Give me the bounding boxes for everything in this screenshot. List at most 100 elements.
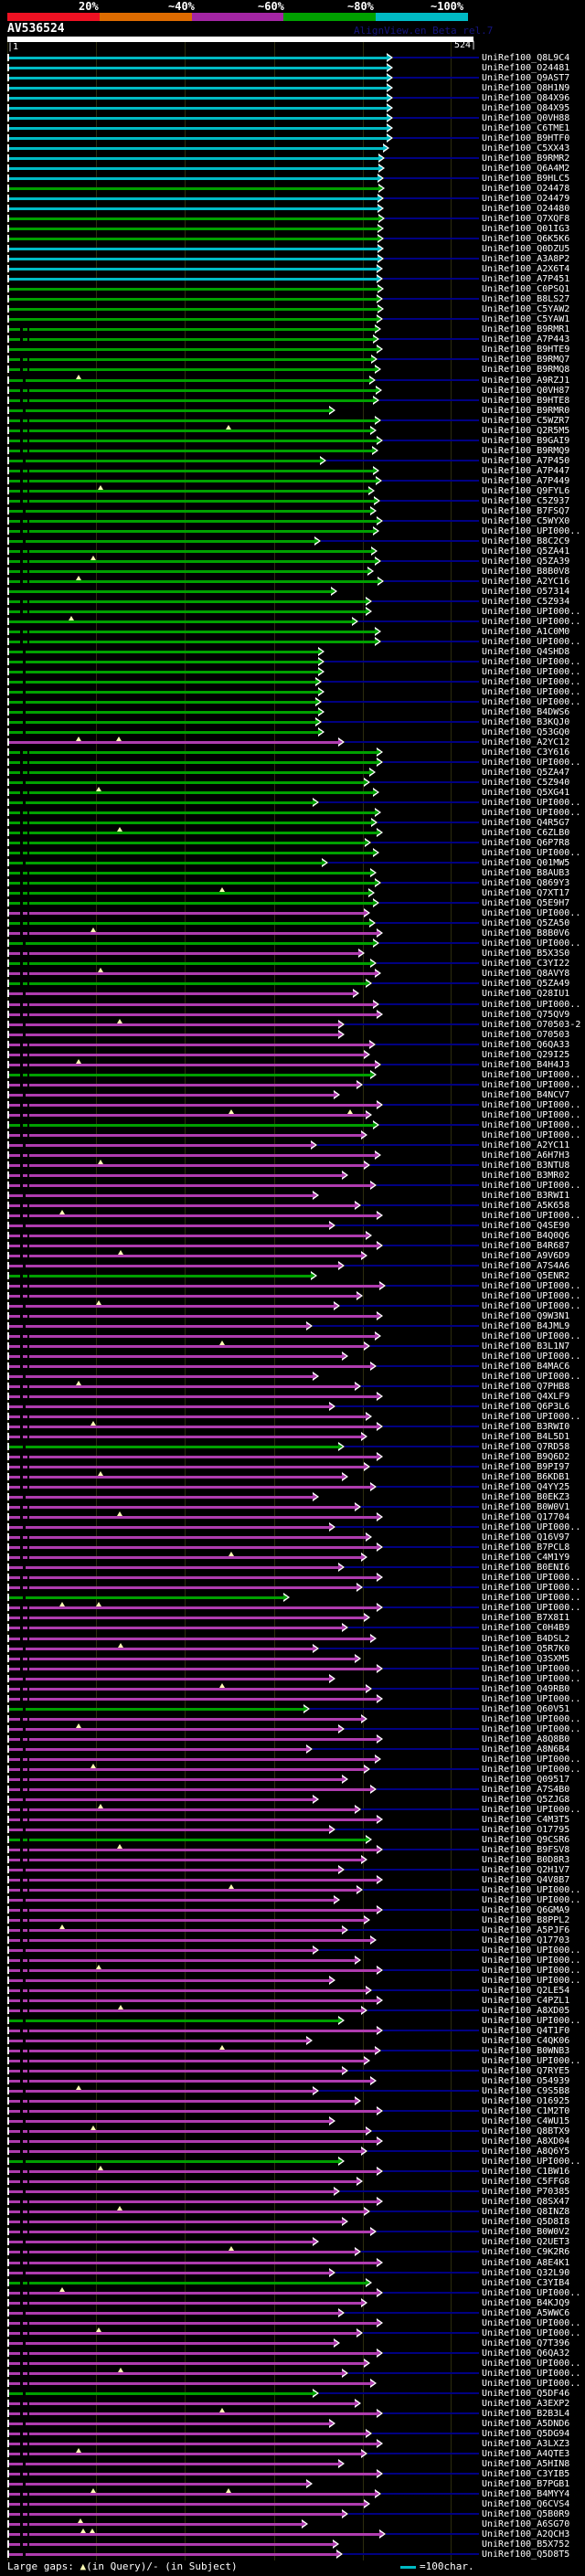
hit-row[interactable]: UniRef100_O24481 [0,63,585,73]
hit-row[interactable]: UniRef100_C4M3T5 [0,1814,585,1825]
hit-row[interactable]: UniRef100_A8Q8B0 [0,1733,585,1744]
hit-row[interactable]: UniRef100_Q869Y3 [0,878,585,888]
hit-row[interactable]: UniRef100_A5K658 [0,1200,585,1211]
hit-row[interactable]: UniRef100_Q6K5K6 [0,234,585,244]
hit-row[interactable]: UniRef100_UPI000.. [0,1099,585,1110]
hit-row[interactable]: UniRef100_Q6GMA9 [0,1904,585,1915]
hit-row[interactable]: UniRef100_Q5ZA41 [0,546,585,557]
hit-row[interactable]: UniRef100_B7PCL8 [0,1542,585,1553]
hit-row[interactable]: UniRef100_Q9FYL6 [0,484,585,496]
hit-row[interactable]: UniRef100_UPI000.. [0,938,585,949]
hit-row[interactable]: UniRef100_Q2UET3 [0,2237,585,2247]
hit-row[interactable]: UniRef100_A2QCH3 [0,2528,585,2539]
hit-row[interactable]: UniRef100_B0WNB3 [0,2045,585,2056]
hit-row[interactable]: UniRef100_Q5B0R9 [0,2508,585,2519]
hit-row[interactable]: UniRef100_B9GAI9 [0,435,585,446]
hit-row[interactable]: UniRef100_UPI000.. [0,1108,585,1120]
hit-row[interactable]: UniRef100_A3LXZ3 [0,2438,585,2449]
hit-row[interactable]: UniRef100_B4DSL2 [0,1633,585,1644]
hit-row[interactable]: UniRef100_B9Q6D2 [0,1452,585,1462]
hit-row[interactable]: UniRef100_UPI000.. [0,1673,585,1684]
hit-row[interactable]: UniRef100_B9RMQ7 [0,355,585,365]
hit-row[interactable]: UniRef100_UPI000.. [0,1352,585,1362]
hit-row[interactable]: UniRef100_UPI000.. [0,1209,585,1221]
hit-row[interactable]: UniRef100_Q5ENR2 [0,1270,585,1281]
hit-row[interactable]: UniRef100_UPI000.. [0,1069,585,1080]
hit-row[interactable]: UniRef100_B9RMQ9 [0,445,585,456]
hit-row[interactable]: UniRef100_Q2LE54 [0,1986,585,1996]
hit-row[interactable]: UniRef100_UPI000.. [0,525,585,536]
hit-row[interactable]: UniRef100_Q7XT17 [0,887,585,898]
hit-row[interactable]: UniRef100_B4MYY4 [0,2487,585,2499]
hit-row[interactable]: UniRef100_Q7RYE5 [0,2066,585,2076]
hit-row[interactable]: UniRef100_A7S4A6 [0,1260,585,1271]
hit-row[interactable]: UniRef100_O24478 [0,184,585,194]
hit-row[interactable]: UniRef100_UPI000.. [0,758,585,768]
hit-row[interactable]: UniRef100_UPI000.. [0,636,585,647]
hit-row[interactable]: UniRef100_A2YC16 [0,575,585,587]
hit-row[interactable]: UniRef100_Q3SXM5 [0,1653,585,1664]
hit-row[interactable]: UniRef100_Q8BTX9 [0,2125,585,2136]
hit-row[interactable]: UniRef100_B3MR02 [0,1170,585,1181]
hit-row[interactable]: UniRef100_O24480 [0,204,585,214]
hit-row[interactable]: UniRef100_B4DWS6 [0,707,585,717]
hit-row[interactable]: UniRef100_B4JML9 [0,1321,585,1331]
hit-row[interactable]: UniRef100_UPI000.. [0,1129,585,1140]
hit-row[interactable]: UniRef100_B3KQJ0 [0,717,585,727]
hit-row[interactable]: UniRef100_UPI000.. [0,1573,585,1583]
hit-row[interactable]: UniRef100_B8B0V8 [0,566,585,577]
hit-row[interactable]: UniRef100_A8E4K1 [0,2257,585,2268]
hit-row[interactable]: UniRef100_A7S4B0 [0,1784,585,1795]
hit-row[interactable]: UniRef100_UPI000.. [0,908,585,918]
hit-row[interactable]: UniRef100_Q9CSR6 [0,1834,585,1845]
hit-row[interactable]: UniRef100_Q49RB0 [0,1682,585,1694]
hit-row[interactable]: UniRef100_Q5ZJG8 [0,1794,585,1805]
hit-row[interactable]: UniRef100_Q5R7K0 [0,1642,585,1654]
hit-row[interactable]: UniRef100_UPI000.. [0,1713,585,1724]
hit-row[interactable]: UniRef100_UPI000.. [0,1945,585,1956]
hit-row[interactable]: UniRef100_C5YAW2 [0,304,585,314]
hit-row[interactable]: UniRef100_O57314 [0,586,585,597]
hit-row[interactable]: UniRef100_UPI000.. [0,615,585,627]
hit-row[interactable]: UniRef100_C0H4B9 [0,1623,585,1633]
hit-row[interactable]: UniRef100_B9RMR2 [0,154,585,164]
hit-row[interactable]: UniRef100_B9RMQ8 [0,365,585,375]
hit-row[interactable]: UniRef100_A6SG70 [0,2518,585,2529]
hit-row[interactable]: UniRef100_A8N6B4 [0,1744,585,1754]
hit-row[interactable]: UniRef100_Q84X95 [0,103,585,113]
hit-row[interactable]: UniRef100_A8XD05 [0,2005,585,2016]
hit-row[interactable]: UniRef100_O70503-2 [0,1018,585,1030]
hit-row[interactable]: UniRef100_A1C0M0 [0,626,585,637]
hit-row[interactable]: UniRef100_C6ZLB0 [0,827,585,838]
hit-row[interactable]: UniRef100_B9HLC5 [0,174,585,184]
hit-row[interactable]: UniRef100_A3EXP2 [0,2398,585,2409]
hit-row[interactable]: UniRef100_UPI000.. [0,2327,585,2338]
hit-row[interactable]: UniRef100_A5PJF6 [0,1924,585,1935]
hit-row[interactable]: UniRef100_Q09517 [0,1774,585,1785]
hit-row[interactable]: UniRef100_B9HTE8 [0,395,585,406]
hit-row[interactable]: UniRef100_B8AUB3 [0,868,585,878]
hit-row[interactable]: UniRef100_UPI000.. [0,2367,585,2379]
hit-row[interactable]: UniRef100_A2YC12 [0,737,585,747]
hit-row[interactable]: UniRef100_B4L5D1 [0,1432,585,1442]
hit-row[interactable]: UniRef100_C5WZR7 [0,415,585,426]
hit-row[interactable]: UniRef100_O70503 [0,1029,585,1040]
hit-row[interactable]: UniRef100_B2B3L4 [0,2407,585,2419]
hit-row[interactable]: UniRef100_UPI000.. [0,1803,585,1815]
hit-row[interactable]: UniRef100_Q5DG94 [0,2428,585,2439]
hit-row[interactable]: UniRef100_UPI000.. [0,1119,585,1130]
hit-row[interactable]: UniRef100_C4PZL1 [0,1996,585,2006]
hit-row[interactable]: UniRef100_C6TME1 [0,123,585,133]
hit-row[interactable]: UniRef100_Q8AVY8 [0,968,585,979]
hit-row[interactable]: UniRef100_B4Q0Q6 [0,1230,585,1241]
hit-row[interactable]: UniRef100_A7P451 [0,274,585,284]
hit-row[interactable]: UniRef100_O17795 [0,1824,585,1835]
hit-row[interactable]: UniRef100_UPI000.. [0,1290,585,1301]
hit-row[interactable]: UniRef100_UPI000.. [0,1602,585,1613]
hit-row[interactable]: UniRef100_UPI000.. [0,666,585,677]
hit-row[interactable]: UniRef100_O24479 [0,194,585,204]
hit-row[interactable]: UniRef100_UPI000.. [0,2157,585,2167]
hit-row[interactable]: UniRef100_UPI000.. [0,1079,585,1090]
hit-row[interactable]: UniRef100_A5HIN8 [0,2458,585,2469]
hit-row[interactable]: UniRef100_Q28IU1 [0,989,585,999]
